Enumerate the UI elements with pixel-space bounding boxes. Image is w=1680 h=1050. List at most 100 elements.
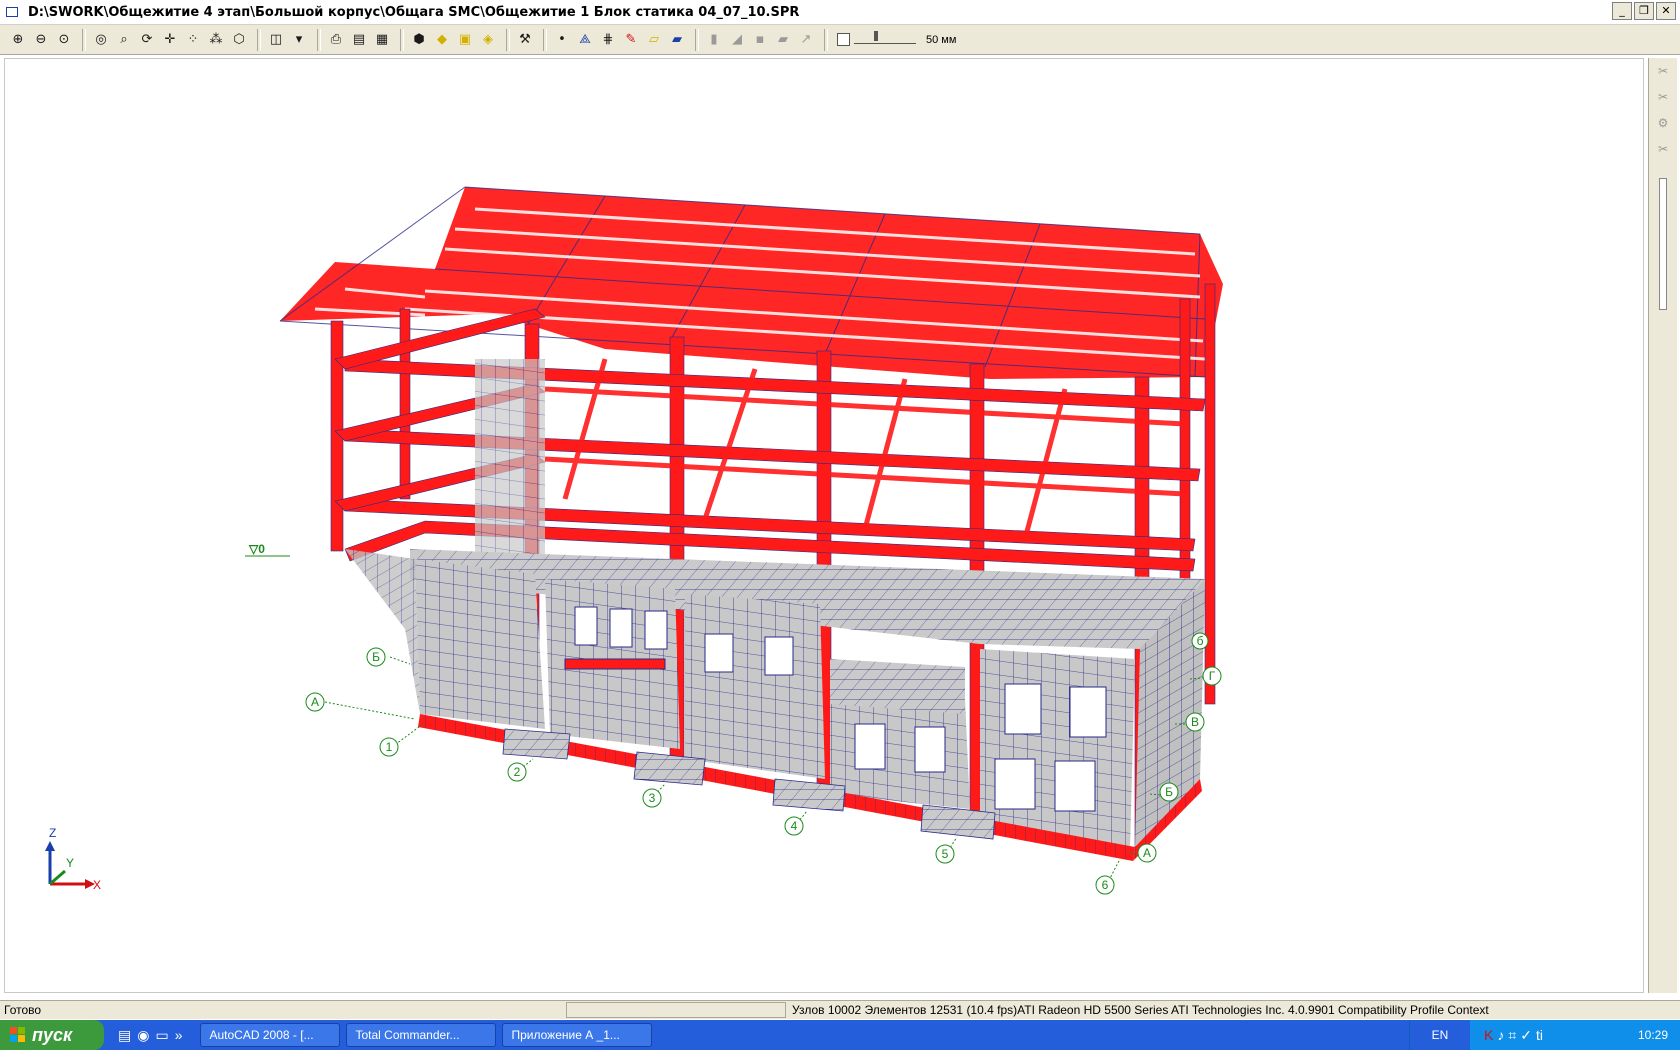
- task-prilozhenie[interactable]: Приложение А _1...: [502, 1023, 653, 1047]
- title-bar: D:\SWORK\Общежитие 4 этап\Большой корпус…: [0, 0, 1680, 25]
- toolbar-separator: [695, 28, 699, 51]
- grid-label-right-g: Г: [1202, 666, 1222, 686]
- export-icon[interactable]: ▦: [372, 30, 392, 50]
- task-autocad-label: AutoCAD 2008 - [...: [209, 1028, 314, 1042]
- system-tray: EN K ♪ ⌗ ✓ ti 10:29: [1409, 1020, 1680, 1050]
- scale-slider[interactable]: [854, 31, 916, 44]
- zoom-prev-icon[interactable]: ◎: [91, 30, 111, 50]
- document-icon[interactable]: ▤: [118, 1027, 131, 1044]
- pencil-icon[interactable]: ✎: [621, 30, 641, 50]
- zoom-in-icon[interactable]: ⊕: [8, 30, 28, 50]
- grid-label-4: 4: [784, 816, 804, 836]
- restore-icon[interactable]: ❐: [1634, 2, 1654, 20]
- toolbar-separator: [82, 28, 86, 51]
- shaded-icon[interactable]: ◆: [432, 30, 452, 50]
- print-icon[interactable]: ⎙: [326, 30, 346, 50]
- plate-icon[interactable]: ▰: [667, 30, 687, 50]
- status-bar: Готово Узлов 10002 Элементов 12531 (10.4…: [0, 1000, 1680, 1019]
- grid-label-right-small-b: б: [1191, 632, 1209, 650]
- tools-icon[interactable]: ⚒: [515, 30, 535, 50]
- axis-z-label: Z: [49, 826, 56, 840]
- task-total-commander[interactable]: Total Commander...: [346, 1023, 497, 1047]
- scale-label: 50 мм: [926, 33, 957, 46]
- svg-text:Г: Г: [1209, 669, 1216, 683]
- svg-text:2: 2: [514, 765, 521, 779]
- select-node-icon[interactable]: ⁘: [183, 30, 203, 50]
- zoom-window-icon[interactable]: ⊙: [54, 30, 74, 50]
- section-reset-icon[interactable]: ✂: [1653, 142, 1673, 162]
- antivirus-icon[interactable]: K: [1484, 1027, 1493, 1044]
- right-side-toolbar: ✂ ✂ ⚙ ✂: [1648, 58, 1677, 993]
- disabled-tool-icon-4[interactable]: ▰: [773, 30, 793, 50]
- desktop-icon[interactable]: ▭: [155, 1027, 168, 1044]
- svg-text:5: 5: [942, 847, 949, 861]
- model-drawing[interactable]: 1 2 3 4 5 6 А Б А Б В Г б ▽0 Z Y X: [5, 59, 1644, 993]
- windows-flag-icon: [10, 1027, 26, 1043]
- model-viewport[interactable]: 1 2 3 4 5 6 А Б А Б В Г б ▽0 Z Y X: [4, 58, 1644, 993]
- more-icon[interactable]: »: [175, 1027, 183, 1044]
- disabled-tool-icon-5[interactable]: ↗: [796, 30, 816, 50]
- rotate-icon[interactable]: ⟳: [137, 30, 157, 50]
- svg-text:4: 4: [791, 819, 798, 833]
- surface-icon[interactable]: ▱: [644, 30, 664, 50]
- close-icon[interactable]: ✕: [1656, 2, 1676, 20]
- section-slider[interactable]: [1659, 178, 1667, 310]
- select-element-icon[interactable]: ⁂: [206, 30, 226, 50]
- projection-dropdown-icon[interactable]: ▾: [289, 30, 309, 50]
- browser-icon[interactable]: ◉: [137, 1027, 149, 1044]
- disabled-tool-icon-1[interactable]: ▮: [704, 30, 724, 50]
- zoom-out-icon[interactable]: ⊖: [31, 30, 51, 50]
- grid-label-1: 1: [379, 737, 399, 757]
- taskbar: пуск ▤ ◉ ▭ » AutoCAD 2008 - [... Total C…: [0, 1020, 1680, 1050]
- cut-icon[interactable]: ✂: [1653, 64, 1673, 84]
- grid-label-right-b: Б: [1159, 782, 1179, 802]
- network-icon[interactable]: ⌗: [1508, 1027, 1516, 1044]
- task-autocad[interactable]: AutoCAD 2008 - [...: [200, 1023, 341, 1047]
- volume-icon[interactable]: ♪: [1497, 1027, 1504, 1044]
- toolbar-separator: [317, 28, 321, 51]
- section-settings-icon[interactable]: ⚙: [1653, 116, 1673, 136]
- language-indicator[interactable]: EN: [1410, 1020, 1470, 1050]
- svg-text:Б: Б: [372, 650, 380, 664]
- coordinate-triad: Z Y X: [45, 826, 101, 892]
- toolbar-separator: [543, 28, 547, 51]
- select-filter-icon[interactable]: ⬡: [229, 30, 249, 50]
- roof-frame: [279, 186, 1223, 379]
- print-preview-icon[interactable]: ▤: [349, 30, 369, 50]
- stair-shaft: [475, 359, 545, 579]
- svg-text:1: 1: [386, 740, 393, 754]
- solid-icon[interactable]: ◈: [478, 30, 498, 50]
- pan-icon[interactable]: ✛: [160, 30, 180, 50]
- start-label: пуск: [32, 1024, 73, 1045]
- grid-label-right-a: А: [1137, 843, 1157, 863]
- minimize-icon[interactable]: _: [1612, 2, 1632, 20]
- clock: 10:29: [1637, 1028, 1668, 1042]
- tray-app-icon[interactable]: ti: [1536, 1027, 1543, 1044]
- disabled-tool-icon-2[interactable]: ◢: [727, 30, 747, 50]
- point-icon[interactable]: •: [552, 30, 572, 50]
- grid-label-5: 5: [935, 844, 955, 864]
- cut-section-icon[interactable]: ✂: [1653, 90, 1673, 110]
- tray-icons: K ♪ ⌗ ✓ ti: [1484, 1027, 1543, 1044]
- level-marker: ▽0: [248, 542, 265, 556]
- safely-remove-icon[interactable]: ✓: [1520, 1027, 1532, 1044]
- render-icon[interactable]: ▣: [455, 30, 475, 50]
- grid-icon[interactable]: ⋕: [598, 30, 618, 50]
- status-progress-pane: [566, 1002, 786, 1018]
- grid-label-6: 6: [1095, 875, 1115, 895]
- cube-view-icon[interactable]: ◫: [266, 30, 286, 50]
- status-ready: Готово: [4, 1003, 42, 1017]
- disabled-tool-icon-3[interactable]: ▪: [750, 30, 770, 50]
- wireframe-icon[interactable]: ⬢: [409, 30, 429, 50]
- grid-label-3: 3: [642, 788, 662, 808]
- scale-checkbox[interactable]: [837, 33, 850, 46]
- main-toolbar: ⊕ ⊖ ⊙ ◎ ⌕ ⟳ ✛ ⁘ ⁂ ⬡ ◫ ▾ ⎙ ▤ ▦ ⬢ ◆ ▣ ◈ ⚒ …: [0, 25, 1680, 55]
- status-model-info: Узлов 10002 Элементов 12531 (10.4 fps)AT…: [792, 1003, 1489, 1017]
- node-icon[interactable]: ⟁: [575, 30, 595, 50]
- zoom-all-icon[interactable]: ⌕: [114, 30, 134, 50]
- quick-launch: ▤ ◉ ▭ »: [118, 1027, 182, 1044]
- axis-y-label: Y: [66, 856, 74, 870]
- start-button[interactable]: пуск: [0, 1020, 104, 1050]
- svg-text:б: б: [1197, 634, 1204, 648]
- grid-label-right-v: В: [1185, 712, 1205, 732]
